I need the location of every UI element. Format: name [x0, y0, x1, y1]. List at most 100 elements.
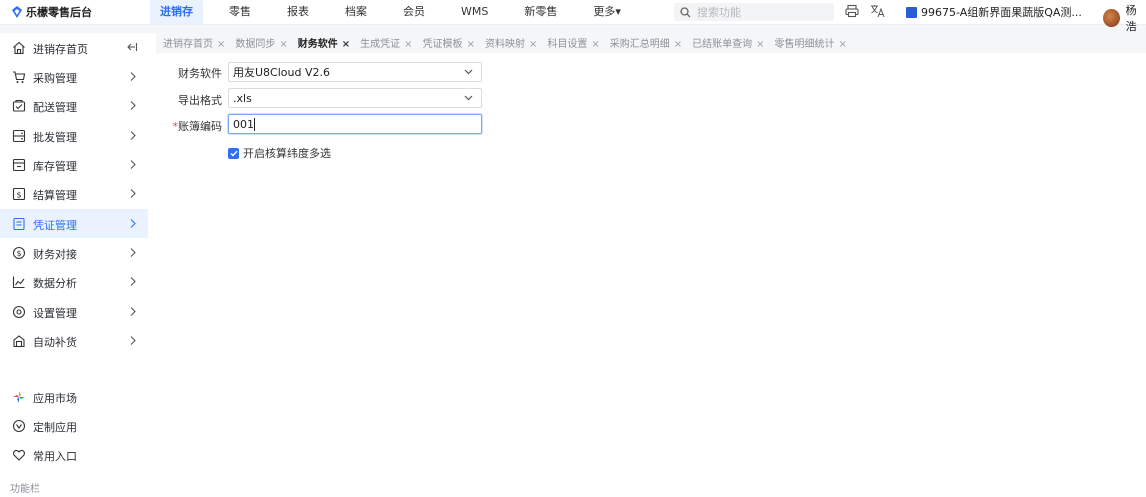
sidebar-item-app-market[interactable]: 应用市场 — [0, 382, 148, 411]
sidebar: 进销存首页 采购管理 配送管理 批发管理 库存管理 $ 结算管理 凭证管理 $ … — [0, 33, 156, 497]
nav-item-retail[interactable]: 零售 — [219, 0, 261, 24]
chevron-down-icon — [464, 69, 473, 75]
sidebar-item-voucher[interactable]: 凭证管理 — [0, 209, 148, 238]
software-value: 用友U8Cloud V2.6 — [233, 66, 330, 79]
tab-subject-settings[interactable]: 科目设置 × — [547, 35, 599, 50]
tab-purchase-summary[interactable]: 采购汇总明细 × — [610, 35, 682, 50]
sidebar-item-label: 定制应用 — [33, 421, 77, 434]
close-icon[interactable]: × — [756, 39, 764, 50]
close-icon[interactable]: × — [279, 39, 287, 50]
analytics-icon — [12, 276, 25, 289]
close-icon[interactable]: × — [674, 39, 682, 50]
close-icon[interactable]: × — [404, 39, 412, 50]
wholesale-icon — [12, 129, 26, 143]
sidebar-item-label: 凭证管理 — [33, 219, 77, 232]
sidebar-item-favorites[interactable]: 常用入口 — [0, 440, 148, 469]
nav-item-more[interactable]: 更多▾ — [583, 0, 631, 24]
search-icon — [680, 6, 691, 17]
close-icon[interactable]: × — [591, 39, 599, 50]
close-icon[interactable]: × — [217, 39, 225, 50]
svg-text:$: $ — [16, 191, 21, 200]
chevron-down-icon — [464, 95, 473, 101]
tab-label: 科目设置 — [547, 38, 588, 50]
close-icon[interactable]: × — [467, 39, 475, 50]
heart-icon — [12, 449, 26, 461]
account-label: *账簿编码 — [156, 118, 223, 134]
sidebar-item-label: 进销存首页 — [33, 43, 88, 56]
sidebar-item-finance[interactable]: $ 财务对接 — [0, 238, 148, 267]
sidebar-item-custom-app[interactable]: 定制应用 — [0, 411, 148, 440]
sidebar-item-label: 库存管理 — [33, 160, 77, 173]
tab-label: 生成凭证 — [360, 38, 401, 50]
chevron-right-icon — [130, 219, 136, 228]
collapse-sidebar-icon[interactable] — [126, 41, 138, 53]
sidebar-item-inventory[interactable]: 库存管理 — [0, 150, 148, 179]
chevron-right-icon — [130, 72, 136, 81]
nav-item-jinxiaocun[interactable]: 进销存 — [150, 0, 203, 24]
close-icon[interactable]: × — [839, 39, 847, 50]
multi-dimension-checkbox[interactable]: 开启核算纬度多选 — [228, 145, 331, 161]
delivery-icon — [12, 99, 26, 112]
account-code-input[interactable]: 001 — [228, 114, 482, 134]
inventory-icon — [12, 158, 26, 172]
search-input[interactable]: 搜索功能 — [674, 3, 834, 21]
nav-item-reports[interactable]: 报表 — [277, 0, 319, 24]
software-select[interactable]: 用友U8Cloud V2.6 — [228, 62, 482, 82]
nav-item-archives[interactable]: 档案 — [335, 0, 377, 24]
tab-label: 采购汇总明细 — [609, 38, 670, 50]
chevron-right-icon — [130, 307, 136, 316]
nav-item-new-retail[interactable]: 新零售 — [514, 0, 567, 24]
nav-item-members[interactable]: 会员 — [393, 0, 435, 24]
sidebar-item-delivery[interactable]: 配送管理 — [0, 91, 148, 120]
close-icon[interactable]: × — [529, 39, 537, 50]
sidebar-item-home[interactable]: 进销存首页 — [0, 33, 148, 62]
chevron-right-icon — [130, 131, 136, 140]
tab-finance-software[interactable]: 财务软件 × — [298, 35, 350, 50]
tab-settled-bills[interactable]: 已结账单查询 × — [692, 35, 764, 50]
format-label: 导出格式 — [178, 94, 222, 107]
tab-generate-voucher[interactable]: 生成凭证 × — [360, 35, 412, 50]
org-switcher[interactable]: 99675-A组新界面果蔬版QA测... — [906, 4, 1082, 20]
store-icon — [906, 6, 917, 18]
sidebar-item-label: 应用市场 — [33, 392, 77, 405]
tab-retail-detail[interactable]: 零售明细统计 × — [775, 35, 847, 50]
sidebar-item-replenish[interactable]: 自动补货 — [0, 326, 148, 355]
search-placeholder: 搜索功能 — [697, 6, 741, 19]
settlement-icon: $ — [12, 187, 26, 201]
sidebar-item-label: 自动补货 — [33, 336, 77, 349]
sidebar-item-wholesale[interactable]: 批发管理 — [0, 121, 148, 150]
org-name: 99675-A组新界面果蔬版QA测... — [921, 6, 1082, 19]
page-tabs: 进销存首页 × 数据同步 × 财务软件 × 生成凭证 × 凭证模板 × 资料映射 × 科目设… — [156, 33, 1146, 51]
nav-item-wms[interactable]: WMS — [451, 0, 498, 24]
sidebar-item-label: 采购管理 — [33, 72, 77, 85]
replenish-icon — [13, 335, 25, 348]
tab-label: 数据同步 — [235, 38, 276, 50]
multi-dimension-label: 开启核算纬度多选 — [243, 147, 331, 160]
top-bar: 乐檬零售后台 进销存 零售 报表 档案 会员 WMS 新零售 更多▾ 搜索功能 … — [0, 0, 1146, 33]
tab-label: 财务软件 — [297, 38, 338, 50]
sidebar-item-settlement[interactable]: $ 结算管理 — [0, 179, 148, 208]
chevron-right-icon — [130, 248, 136, 257]
tab-voucher-template[interactable]: 凭证模板 × — [423, 35, 475, 50]
user-menu[interactable]: 杨浩 — [1103, 2, 1146, 34]
sidebar-item-label: 数据分析 — [33, 277, 77, 290]
sidebar-item-purchase[interactable]: 采购管理 — [0, 62, 148, 91]
account-value: 001 — [233, 117, 254, 131]
tab-data-sync[interactable]: 数据同步 × — [235, 35, 287, 50]
user-name: 杨浩 — [1125, 4, 1137, 33]
sidebar-item-label: 设置管理 — [33, 307, 77, 320]
sidebar-item-settings[interactable]: 设置管理 — [0, 297, 148, 326]
avatar — [1103, 9, 1120, 27]
top-nav: 进销存 零售 报表 档案 会员 WMS 新零售 更多▾ — [150, 0, 647, 24]
app-logo[interactable]: 乐檬零售后台 — [12, 4, 92, 20]
format-select[interactable]: .xls — [228, 88, 482, 108]
sidebar-item-analytics[interactable]: 数据分析 — [0, 267, 148, 296]
chevron-right-icon — [130, 277, 136, 286]
tab-jinxiaocun-home[interactable]: 进销存首页 × — [163, 35, 225, 50]
close-icon[interactable]: × — [342, 39, 350, 50]
nav-more-label: 更多 — [593, 5, 616, 18]
translate-icon[interactable] — [870, 4, 885, 18]
printer-icon[interactable] — [845, 4, 859, 18]
tab-data-mapping[interactable]: 资料映射 × — [485, 35, 537, 50]
tab-label: 进销存首页 — [163, 38, 213, 50]
